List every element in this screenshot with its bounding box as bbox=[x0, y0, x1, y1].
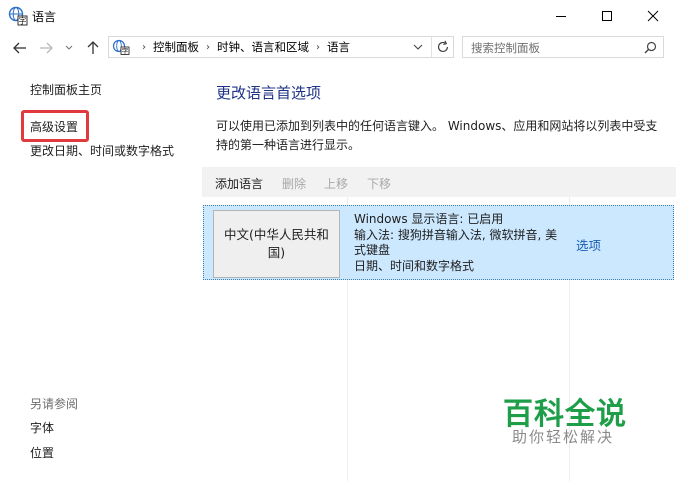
minimize-icon bbox=[556, 15, 566, 17]
remove-button[interactable]: 删除 bbox=[282, 175, 306, 192]
add-language-button[interactable]: 添加语言 bbox=[215, 175, 263, 192]
control-panel-icon: 字 bbox=[112, 39, 130, 55]
language-name-button[interactable]: 中文(中华人民共和国) bbox=[213, 210, 340, 278]
sidebar-link-change-date-time-format[interactable]: 更改日期、时间或数字格式 bbox=[30, 142, 174, 159]
back-button[interactable] bbox=[10, 38, 30, 58]
address-bar[interactable]: 字 › 控制面板 › 时钟、语言和区域 › 语言 bbox=[108, 36, 454, 58]
breadcrumb-clock-language-region[interactable]: 时钟、语言和区域 bbox=[217, 39, 309, 55]
window-title: 语言 bbox=[32, 10, 57, 24]
close-button[interactable] bbox=[630, 0, 676, 31]
input-methods: 输入法: 搜狗拼音输入法, 微软拼音, 美式键盘 bbox=[354, 227, 558, 258]
recent-dropdown-icon bbox=[65, 45, 73, 50]
annotation-highlight-box bbox=[21, 110, 89, 142]
date-time-format: 日期、时间和数字格式 bbox=[354, 258, 475, 273]
maximize-button[interactable] bbox=[584, 0, 630, 31]
close-icon bbox=[647, 10, 659, 21]
title-bar: 字 语言 bbox=[0, 0, 676, 32]
up-arrow-icon bbox=[87, 41, 99, 54]
language-options-link[interactable]: 选项 bbox=[576, 235, 601, 254]
breadcrumb-separator: › bbox=[142, 41, 146, 53]
search-input[interactable]: 搜索控制面板 bbox=[462, 36, 664, 58]
svg-text:字: 字 bbox=[122, 47, 129, 56]
breadcrumb-separator: › bbox=[316, 41, 320, 53]
language-name: 中文(中华人民共和国) bbox=[224, 227, 329, 260]
move-down-button[interactable]: 下移 bbox=[367, 175, 391, 192]
display-language-status: Windows 显示语言: 已启用 bbox=[354, 212, 504, 226]
forward-button[interactable] bbox=[36, 38, 56, 58]
chevron-down-icon[interactable] bbox=[413, 44, 423, 51]
page-title: 更改语言首选项 bbox=[216, 84, 322, 102]
up-button[interactable] bbox=[83, 38, 103, 58]
language-toolbar: 添加语言 删除 上移 下移 bbox=[202, 167, 676, 197]
search-placeholder: 搜索控制面板 bbox=[471, 41, 540, 55]
breadcrumb-control-panel[interactable]: 控制面板 bbox=[153, 39, 199, 55]
breadcrumb-separator: › bbox=[206, 41, 210, 53]
breadcrumb-language[interactable]: 语言 bbox=[327, 39, 350, 55]
sidebar-link-fonts[interactable]: 字体 bbox=[30, 419, 54, 436]
language-details: Windows 显示语言: 已启用 输入法: 搜狗拼音输入法, 微软拼音, 美式… bbox=[354, 212, 559, 274]
breadcrumb: › 控制面板 › 时钟、语言和区域 › 语言 bbox=[135, 37, 350, 57]
sidebar-link-location[interactable]: 位置 bbox=[30, 444, 54, 461]
maximize-icon bbox=[602, 10, 612, 21]
language-icon: 字 bbox=[8, 6, 28, 26]
sidebar-link-control-panel-home[interactable]: 控制面板主页 bbox=[30, 81, 102, 98]
recent-locations-button[interactable] bbox=[62, 38, 76, 58]
move-up-button[interactable]: 上移 bbox=[324, 175, 348, 192]
language-row-selected[interactable]: 中文(中华人民共和国) Windows 显示语言: 已启用 输入法: 搜狗拼音输… bbox=[203, 205, 674, 280]
search-icon[interactable] bbox=[644, 41, 657, 54]
see-also-header: 另请参阅 bbox=[30, 397, 79, 411]
watermark-slogan: 助你轻松解决 bbox=[512, 428, 615, 446]
back-arrow-icon bbox=[13, 42, 26, 54]
refresh-icon[interactable] bbox=[436, 40, 450, 54]
address-divider bbox=[431, 37, 432, 57]
minimize-button[interactable] bbox=[538, 0, 584, 31]
page-description: 可以使用已添加到列表中的任何语言键入。 Windows、应用和网站将以列表中受支… bbox=[216, 119, 658, 152]
forward-arrow-icon bbox=[40, 42, 53, 54]
svg-text:字: 字 bbox=[19, 16, 27, 26]
